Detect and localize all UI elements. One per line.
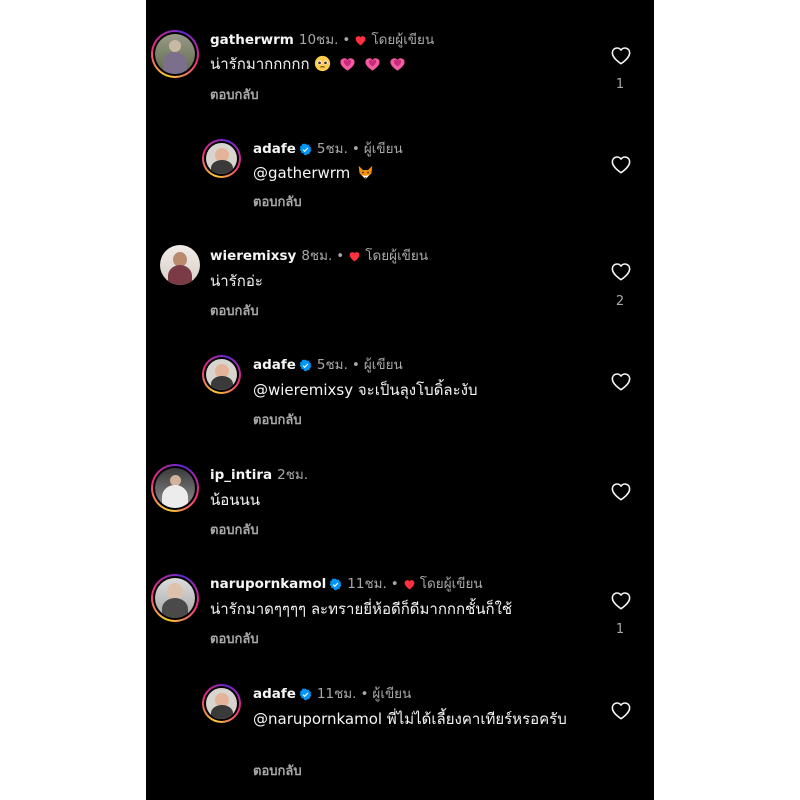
comment-text: น่ารักมากกกกก	[210, 53, 406, 75]
author-label: ผู้เขียน	[363, 141, 403, 157]
avatar[interactable]	[151, 464, 199, 512]
fox-face-icon	[358, 165, 373, 180]
timestamp: 10ชม.	[298, 32, 339, 48]
reply-button[interactable]: ตอบกลับ	[210, 304, 259, 320]
avatar[interactable]	[202, 684, 241, 723]
comment-meta: adafe 11ชม. • ผู้เขียน	[253, 685, 411, 703]
comment-meta: gatherwrm 10ชม. • โดยผู้เขียน	[210, 31, 434, 49]
username[interactable]: wieremixsy	[210, 247, 296, 265]
avatar[interactable]	[202, 139, 241, 178]
comment-body: @gatherwrm	[253, 164, 351, 182]
reply-button[interactable]: ตอบกลับ	[210, 88, 259, 104]
like-count: 1	[615, 77, 625, 92]
reply-button[interactable]: ตอบกลับ	[253, 764, 302, 780]
liked-by-author-label: โดยผู้เขียน	[371, 32, 435, 48]
comment-text: น้อนนน	[210, 489, 260, 511]
verified-badge-icon	[299, 359, 312, 371]
liked-by-author-label: โดยผู้เขียน	[419, 576, 483, 592]
avatar[interactable]	[151, 574, 199, 622]
like-count: 2	[615, 294, 625, 309]
verified-badge-icon	[299, 143, 312, 155]
timestamp: 11ชม.	[347, 576, 387, 592]
username[interactable]: adafe	[253, 356, 296, 374]
comment-meta: ip_intira 2ชม.	[210, 466, 308, 484]
comment-body: น่ารักมาดๆๆๆๆ ละทรายยี่ห้อดีก็ดีมากกกชั้…	[210, 600, 513, 618]
username[interactable]: ip_intira	[210, 466, 272, 484]
like-heart-icon[interactable]	[610, 154, 632, 174]
liked-heart-icon	[349, 252, 360, 262]
reply-button[interactable]: ตอบกลับ	[253, 413, 302, 429]
username[interactable]: adafe	[253, 685, 296, 703]
comment-meta: adafe 5ชม. • ผู้เขียน	[253, 140, 403, 158]
author-label: ผู้เขียน	[372, 686, 412, 702]
like-count: 1	[615, 622, 625, 637]
comment-body: @narupornkamol พี่ไม่ได้เลี้ยงคาเทียร์หร…	[253, 710, 567, 728]
avatar[interactable]	[202, 355, 241, 394]
comment-text: น่ารักมาดๆๆๆๆ ละทรายยี่ห้อดีก็ดีมากกกชั้…	[210, 598, 590, 620]
reply-button[interactable]: ตอบกลับ	[253, 195, 302, 211]
like-heart-icon[interactable]	[610, 371, 632, 391]
like-heart-icon[interactable]	[610, 590, 632, 610]
separator: •	[390, 576, 399, 592]
avatar[interactable]	[151, 30, 199, 78]
comment-body: @wieremixsy จะเป็นลุงโบดิ้ละงับ	[253, 381, 478, 399]
avatar[interactable]	[160, 245, 200, 285]
like-heart-icon[interactable]	[610, 700, 632, 720]
pink-heart-icon	[364, 58, 380, 71]
comment-meta: narupornkamol 11ชม. • โดยผู้เขียน	[210, 575, 483, 593]
comment-body: น้อนนน	[210, 491, 261, 509]
like-heart-icon[interactable]	[610, 45, 632, 65]
verified-badge-icon	[329, 578, 342, 590]
timestamp: 2ชม.	[277, 467, 309, 483]
separator: •	[360, 686, 369, 702]
like-heart-icon[interactable]	[610, 261, 632, 281]
comment-text: @narupornkamol พี่ไม่ได้เลี้ยงคาเทียร์หร…	[253, 708, 573, 730]
pink-heart-icon	[389, 58, 405, 71]
timestamp: 11ชม.	[316, 686, 357, 702]
comment-text: @wieremixsy จะเป็นลุงโบดิ้ละงับ	[253, 379, 478, 401]
separator: •	[351, 141, 360, 157]
username[interactable]: adafe	[253, 140, 296, 158]
comment-text: น่ารักอ่ะ	[210, 270, 263, 292]
timestamp: 5ชม.	[316, 357, 348, 373]
reply-button[interactable]: ตอบกลับ	[210, 523, 259, 539]
liked-by-author-label: โดยผู้เขียน	[365, 248, 429, 264]
comment-meta: wieremixsy 8ชม. • โดยผู้เขียน	[210, 247, 428, 265]
like-heart-icon[interactable]	[610, 481, 632, 501]
liked-heart-icon	[355, 36, 366, 46]
verified-badge-icon	[299, 688, 312, 700]
comments-panel[interactable]: gatherwrm 10ชม. • โดยผู้เขียน น่ารักมากก…	[146, 0, 654, 800]
separator: •	[336, 248, 345, 264]
separator: •	[351, 357, 360, 373]
liked-heart-icon	[404, 580, 415, 590]
separator: •	[342, 32, 351, 48]
pink-heart-icon	[339, 58, 355, 71]
pleading-face-icon	[314, 55, 330, 72]
username[interactable]: narupornkamol	[210, 575, 326, 593]
comment-body: น่ารักมากกกกก	[210, 55, 310, 73]
comment-body: น่ารักอ่ะ	[210, 272, 263, 290]
reply-button[interactable]: ตอบกลับ	[210, 632, 259, 648]
timestamp: 8ชม.	[301, 248, 333, 264]
comment-text: @gatherwrm	[253, 162, 374, 184]
comment-meta: adafe 5ชม. • ผู้เขียน	[253, 356, 403, 374]
author-label: ผู้เขียน	[363, 357, 403, 373]
username[interactable]: gatherwrm	[210, 31, 294, 49]
timestamp: 5ชม.	[316, 141, 348, 157]
